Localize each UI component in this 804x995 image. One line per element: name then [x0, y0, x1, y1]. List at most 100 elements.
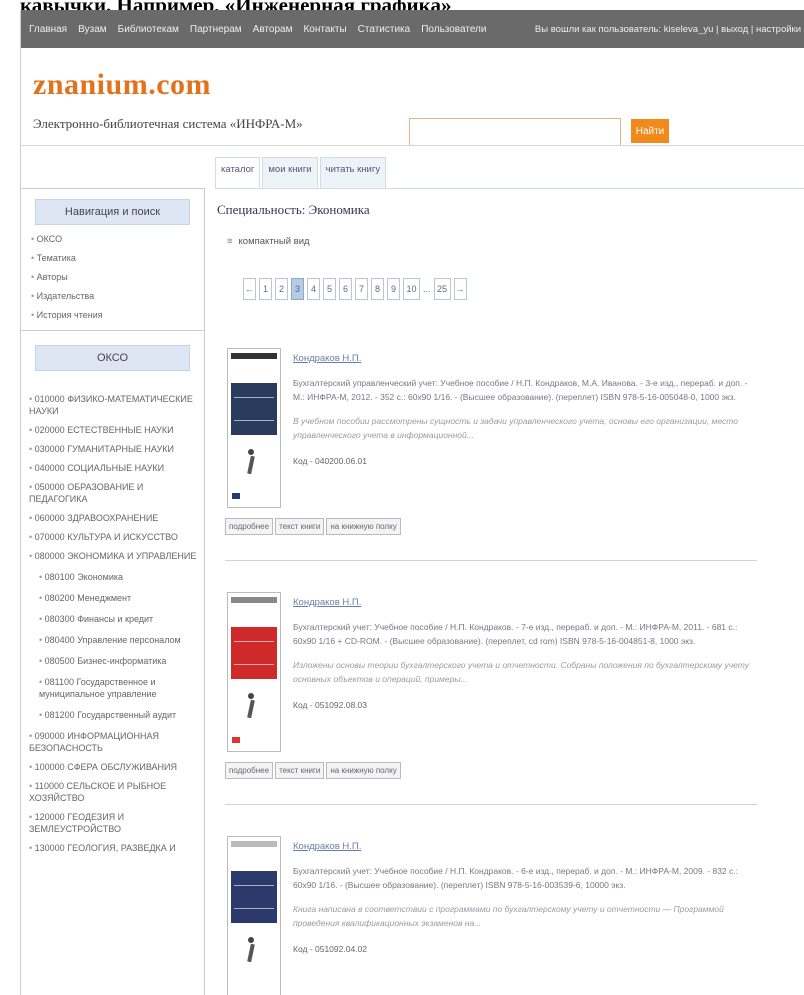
okso-item[interactable]: 050000 ОБРАЗОВАНИЕ И ПЕДАГОГИКА	[29, 481, 200, 505]
book-info: Кондраков Н.П. Бухгалтерский учет: Учебн…	[293, 596, 755, 712]
book-divider	[225, 560, 757, 561]
details-button[interactable]: подробнее	[225, 762, 274, 779]
top-nav-items: Главная Вузам Библиотекам Партнерам Авто…	[29, 24, 486, 35]
site-tagline: Электронно-библиотечная система «ИНФРА-М…	[33, 116, 303, 131]
okso-subitem[interactable]: 080300 Финансы и кредит	[39, 613, 200, 625]
book-cover[interactable]	[227, 348, 281, 508]
okso-item[interactable]: 010000 ФИЗИКО-МАТЕМАТИЧЕСКИЕ НАУКИ	[29, 393, 200, 417]
book-author-link[interactable]: Кондраков Н.П.	[293, 596, 755, 610]
page-number[interactable]: 9	[387, 278, 400, 300]
page-number[interactable]: 1	[259, 278, 272, 300]
page-current[interactable]: 3	[291, 278, 304, 300]
settings-link[interactable]: настройки	[756, 24, 801, 35]
cover-title-lines	[234, 885, 274, 909]
sidebar-item-okso[interactable]: ОКСО	[31, 234, 204, 244]
book-description: Бухгалтерский учет: Учебное пособие / Н.…	[293, 866, 738, 890]
cover-title-lines	[234, 397, 274, 421]
page-prev[interactable]: ←	[243, 278, 256, 300]
search-input[interactable]	[409, 118, 621, 146]
okso-item[interactable]: 040000 СОЦИАЛЬНЫЕ НАУКИ	[29, 462, 200, 474]
sidebar-item-authors[interactable]: Авторы	[31, 272, 204, 282]
user-status-text: Вы вошли как пользователь: kiseleva_yu	[534, 23, 714, 35]
okso-subitem[interactable]: 081100 Государственное и муниципальное у…	[39, 676, 200, 700]
page-number[interactable]: 10	[403, 278, 420, 300]
book-description: Бухгалтерский управленческий учет: Учебн…	[293, 378, 748, 402]
pagination: ← 1 2 3 4 5 6 7 8 9 10 ... 25 →	[243, 278, 467, 300]
okso-item[interactable]: 130000 ГЕОЛОГИЯ, РАЗВЕДКА И	[29, 842, 200, 854]
compact-view-toggle[interactable]: ≡ компактный вид	[227, 236, 310, 247]
book-cover[interactable]	[227, 592, 281, 752]
book-text-button[interactable]: текст книги	[275, 762, 325, 779]
sidebar-divider	[21, 330, 204, 331]
sidebar: Навигация и поиск ОКСО Тематика Авторы И…	[21, 188, 205, 995]
okso-item[interactable]: 070000 КУЛЬТУРА И ИСКУССТВО	[29, 531, 200, 543]
cover-band	[231, 597, 277, 603]
nav-search-header: Навигация и поиск	[35, 199, 190, 225]
page-number[interactable]: 4	[307, 278, 320, 300]
okso-item[interactable]: 090000 ИНФОРМАЦИОННАЯ БЕЗОПАСНОСТЬ	[29, 730, 200, 754]
page-number[interactable]: 2	[275, 278, 288, 300]
nav-item-libraries[interactable]: Библиотекам	[118, 24, 179, 35]
page-number[interactable]: 6	[339, 278, 352, 300]
cover-band	[231, 353, 277, 359]
book-author-link[interactable]: Кондраков Н.П.	[293, 352, 755, 366]
nav-item-statistics[interactable]: Статистика	[358, 24, 411, 35]
nav-item-universities[interactable]: Вузам	[78, 24, 107, 35]
book-card: Кондраков Н.П. Бухгалтерский учет: Учебн…	[225, 592, 757, 792]
specialty-title: Специальность: Экономика	[217, 202, 370, 217]
document-caption: кавычки. Например, «Инженерная графика»	[20, 0, 800, 10]
page-number[interactable]: 8	[371, 278, 384, 300]
add-to-shelf-button[interactable]: на книжную полку	[326, 518, 401, 535]
okso-sublist: 080100 Экономика 080200 Менеджмент 08030…	[29, 571, 200, 721]
book-text-button[interactable]: текст книги	[275, 518, 325, 535]
okso-subitem[interactable]: 080400 Управление персоналом	[39, 634, 200, 646]
tab-read-book[interactable]: читать книгу	[319, 157, 387, 188]
okso-item[interactable]: 030000 ГУМАНИТАРНЫЕ НАУКИ	[29, 443, 200, 455]
sidebar-item-reading-history[interactable]: История чтения	[31, 310, 204, 320]
nav-item-users[interactable]: Пользователи	[421, 24, 486, 35]
okso-item-economics[interactable]: 080000 ЭКОНОМИКА И УПРАВЛЕНИЕ 080100 Эко…	[29, 550, 200, 721]
book-info: Кондраков Н.П. Бухгалтерский учет: Учебн…	[293, 840, 755, 956]
main-tabs: каталог мои книги читать книгу	[215, 156, 804, 189]
okso-item[interactable]: 120000 ГЕОДЕЗИЯ И ЗЕМЛЕУСТРОЙСТВО	[29, 811, 200, 835]
page-ellipsis: ...	[423, 284, 431, 294]
book-divider	[225, 804, 757, 805]
book-author-link[interactable]: Кондраков Н.П.	[293, 840, 755, 854]
book-actions: подробнее текст книги на книжную полку	[225, 518, 401, 535]
site-logo[interactable]: znanium.com	[33, 68, 211, 102]
sidebar-item-topics[interactable]: Тематика	[31, 253, 204, 263]
site-header: znanium.com Электронно-библиотечная сист…	[21, 48, 804, 146]
nav-item-contacts[interactable]: Контакты	[303, 24, 346, 35]
nav-search-list: ОКСО Тематика Авторы Издательства Истори…	[21, 234, 204, 320]
compact-view-label[interactable]: компактный вид	[239, 236, 310, 247]
okso-item[interactable]: 110000 СЕЛЬСКОЕ И РЫБНОЕ ХОЗЯЙСТВО	[29, 780, 200, 804]
book-cover[interactable]	[227, 836, 281, 995]
cover-figure-icon	[246, 937, 256, 963]
nav-item-home[interactable]: Главная	[29, 24, 67, 35]
okso-item[interactable]: 020000 ЕСТЕСТВЕННЫЕ НАУКИ	[29, 424, 200, 436]
search-button[interactable]: Найти	[631, 119, 669, 143]
header-divider	[21, 145, 804, 146]
okso-subitem[interactable]: 080200 Менеджмент	[39, 592, 200, 604]
okso-subitem[interactable]: 081200 Государственный аудит	[39, 709, 200, 721]
page-number[interactable]: 25	[433, 278, 451, 300]
nav-item-authors[interactable]: Авторам	[253, 24, 293, 35]
add-to-shelf-button[interactable]: на книжную полку	[326, 762, 401, 779]
page-number[interactable]: 7	[355, 278, 368, 300]
sidebar-item-publishers[interactable]: Издательства	[31, 291, 204, 301]
logout-link[interactable]: выход	[721, 24, 748, 35]
okso-item[interactable]: 060000 ЗДРАВООХРАНЕНИЕ	[29, 512, 200, 524]
nav-item-partners[interactable]: Партнерам	[190, 24, 242, 35]
okso-item[interactable]: 100000 СФЕРА ОБСЛУЖИВАНИЯ	[29, 761, 200, 773]
okso-subitem[interactable]: 080500 Бизнес-информатика	[39, 655, 200, 667]
tab-catalog[interactable]: каталог	[215, 157, 261, 188]
details-button[interactable]: подробнее	[225, 518, 274, 535]
page-next[interactable]: →	[453, 278, 467, 300]
tab-my-books[interactable]: мои книги	[262, 157, 318, 188]
page-number[interactable]: 5	[323, 278, 336, 300]
cover-publisher-mark	[232, 493, 240, 499]
main-content: Специальность: Экономика ≡ компактный вид…	[217, 188, 804, 995]
okso-subitem[interactable]: 080100 Экономика	[39, 571, 200, 583]
book-annotation: В учебном пособии рассмотрены сущность и…	[293, 416, 738, 440]
okso-item-label[interactable]: 080000 ЭКОНОМИКА И УПРАВЛЕНИЕ	[35, 551, 197, 561]
